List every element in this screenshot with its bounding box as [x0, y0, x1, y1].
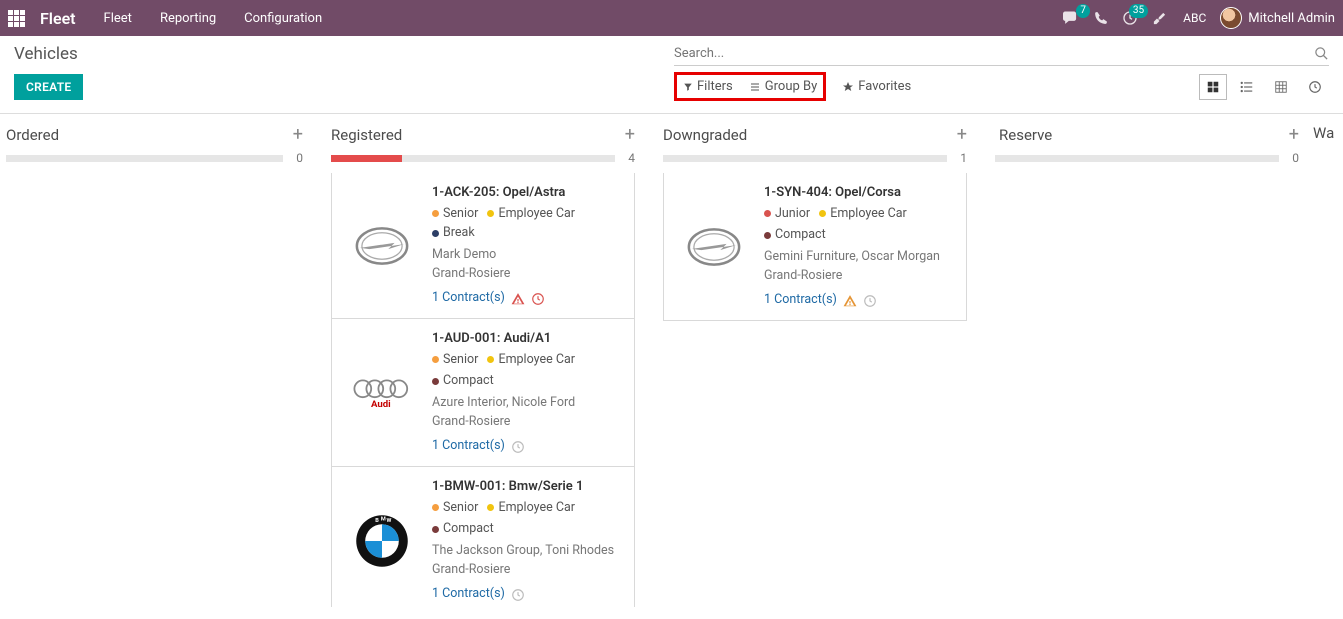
column-progress-bar[interactable] [331, 155, 615, 162]
app-brand[interactable]: Fleet [40, 9, 76, 28]
card-title: 1-ACK-205: Opel/Astra [432, 183, 624, 203]
favorites-button[interactable]: Favorites [842, 79, 911, 94]
contracts-link[interactable]: 1 Contract(s) [432, 585, 505, 604]
vehicle-card[interactable]: 1-ACK-205: Opel/Astra Senior Employee Ca… [331, 173, 635, 319]
list-icon [749, 82, 761, 92]
contracts-link[interactable]: 1 Contract(s) [432, 289, 505, 308]
groupby-label: Group By [765, 79, 818, 94]
card-title: 1-AUD-001: Audi/A1 [432, 329, 624, 349]
pivot-view-button[interactable] [1267, 74, 1295, 100]
warning-icon [843, 294, 857, 308]
column-title[interactable]: Reserve [999, 126, 1052, 144]
view-switcher [1199, 74, 1329, 100]
brand-logo-opel [332, 183, 432, 308]
chat-badge: 7 [1076, 4, 1090, 18]
card-driver: Gemini Furniture, Oscar Morgan [764, 248, 956, 267]
brand-logo-opel [664, 183, 764, 310]
column-registered: Registered + 4 1-ACK-205: Opel/Astra Sen… [317, 114, 649, 607]
menu-configuration[interactable]: Configuration [244, 11, 322, 26]
vehicle-card[interactable]: Audi 1-AUD-001: Audi/A1 Senior Employee … [331, 319, 635, 467]
highlighted-controls: Filters Group By [674, 72, 826, 101]
phone-icon[interactable] [1094, 11, 1108, 25]
company-selector[interactable]: ABC [1183, 11, 1206, 25]
column-title[interactable]: Ordered [6, 126, 59, 144]
search-icon[interactable] [1314, 46, 1329, 61]
activity-view-button[interactable] [1301, 74, 1329, 100]
vehicle-card[interactable]: 1-SYN-404: Opel/Corsa Junior Employee Ca… [663, 173, 967, 321]
avatar[interactable] [1220, 7, 1242, 29]
groupby-button[interactable]: Group By [749, 79, 818, 94]
top-nav: Fleet Fleet Reporting Configuration 7 35… [0, 0, 1343, 36]
clock-badge: 35 [1129, 4, 1148, 18]
list-view-button[interactable] [1233, 74, 1261, 100]
favorites-label: Favorites [858, 79, 911, 94]
svg-text:Audi: Audi [371, 398, 391, 409]
card-driver: Azure Interior, Nicole Ford [432, 394, 624, 413]
column-count: 0 [1289, 151, 1299, 165]
clock-icon[interactable]: 35 [1122, 10, 1138, 26]
svg-text:B: B [375, 517, 379, 523]
brand-logo-audi: Audi [332, 329, 432, 456]
svg-text:W: W [386, 517, 391, 523]
filters-button[interactable]: Filters [683, 79, 733, 94]
column-title[interactable]: Wa [1313, 124, 1334, 142]
add-card-icon[interactable]: + [293, 124, 303, 145]
column-count: 4 [625, 151, 635, 165]
add-card-icon[interactable]: + [957, 124, 967, 145]
tools-icon[interactable] [1152, 11, 1167, 26]
create-button[interactable]: CREATE [14, 74, 83, 100]
user-menu[interactable]: Mitchell Admin [1248, 11, 1335, 26]
card-location: Grand-Rosiere [432, 413, 624, 432]
menu-reporting[interactable]: Reporting [160, 11, 216, 26]
card-location: Grand-Rosiere [432, 561, 624, 580]
add-card-icon[interactable]: + [1289, 124, 1299, 145]
brand-logo-bmw: BMW [332, 477, 432, 604]
contracts-link[interactable]: 1 Contract(s) [764, 291, 837, 310]
apps-icon[interactable] [8, 10, 28, 27]
search-input[interactable] [674, 46, 1314, 61]
activity-icon[interactable] [511, 588, 525, 602]
activity-icon[interactable] [511, 440, 525, 454]
column-progress-bar[interactable] [995, 155, 1279, 162]
activity-icon[interactable] [531, 292, 545, 306]
card-driver: Mark Demo [432, 246, 624, 265]
contracts-link[interactable]: 1 Contract(s) [432, 437, 505, 456]
warning-icon [511, 292, 525, 306]
column-count: 0 [293, 151, 303, 165]
svg-text:M: M [381, 516, 386, 522]
add-card-icon[interactable]: + [625, 124, 635, 145]
card-title: 1-SYN-404: Opel/Corsa [764, 183, 956, 203]
chat-icon[interactable]: 7 [1062, 10, 1080, 26]
card-title: 1-BMW-001: Bmw/Serie 1 [432, 477, 624, 497]
control-panel: Vehicles CREATE Filters Group By [0, 36, 1343, 101]
column-title[interactable]: Registered [331, 126, 402, 144]
column-reserve: Reserve + 0 [981, 114, 1313, 607]
card-location: Grand-Rosiere [432, 265, 624, 284]
vehicle-card[interactable]: BMW 1-BMW-001: Bmw/Serie 1 Senior Employ… [331, 467, 635, 607]
card-location: Grand-Rosiere [764, 267, 956, 286]
star-icon [842, 81, 854, 93]
column-downgraded: Downgraded + 1 1-SYN-404: Opel/Corsa Jun… [649, 114, 981, 607]
activity-icon[interactable] [863, 294, 877, 308]
filters-label: Filters [697, 79, 733, 94]
page-title: Vehicles [14, 44, 674, 64]
column-count: 1 [957, 151, 967, 165]
card-driver: The Jackson Group, Toni Rhodes [432, 542, 624, 561]
column-ordered: Ordered + 0 [0, 114, 317, 607]
kanban-view-button[interactable] [1199, 74, 1227, 100]
column-title[interactable]: Downgraded [663, 126, 747, 144]
column-progress-bar[interactable] [6, 155, 283, 162]
filter-icon [683, 82, 693, 92]
column-waiting-peek: Wa [1313, 114, 1343, 607]
menu-fleet[interactable]: Fleet [104, 11, 132, 26]
kanban-board: Ordered + 0 Registered + 4 1-ACK-205: Op… [0, 114, 1343, 607]
column-progress-bar[interactable] [663, 155, 947, 162]
